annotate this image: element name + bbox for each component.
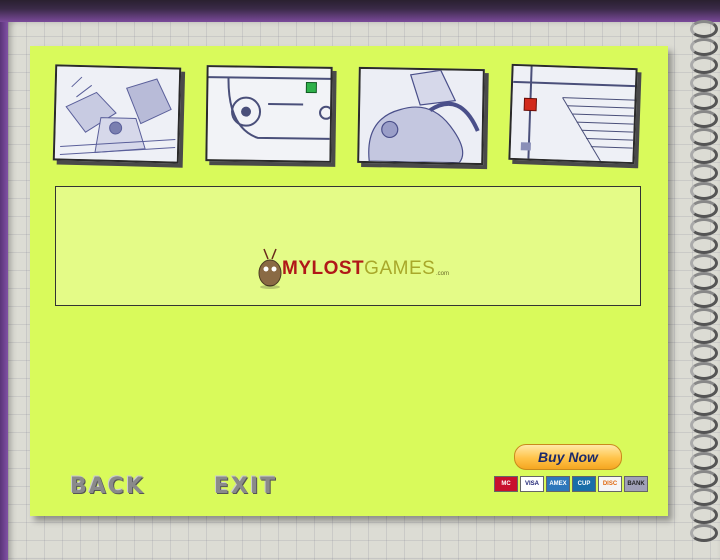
logo-suffix: .com: [436, 271, 450, 277]
screenshot-thumbnail-track[interactable]: [205, 65, 333, 163]
pyramid-sketch-icon: [510, 65, 636, 163]
logo-part-games: GAMES: [364, 258, 436, 279]
screenshot-thumbnail-robot[interactable]: [52, 64, 182, 164]
visa-icon: VISA: [520, 476, 544, 492]
main-panel: MYLOSTGAMES .com BACK EXIT Buy Now MC VI…: [30, 46, 668, 516]
amex-icon: AMEX: [546, 476, 570, 492]
sponsor-banner[interactable]: MYLOSTGAMES .com: [55, 186, 641, 306]
robot-sketch-icon: [54, 66, 180, 162]
logo-part-mylost: MYLOST: [282, 258, 365, 279]
creature-sketch-icon: [359, 68, 483, 164]
screenshot-thumbnail-pyramid[interactable]: [508, 63, 638, 165]
logo-wordmark: MYLOSTGAMES: [282, 258, 435, 280]
exit-button[interactable]: EXIT: [214, 474, 277, 499]
chinapay-icon: CUP: [572, 476, 596, 492]
bug-mascot-icon: [258, 248, 282, 289]
back-button[interactable]: BACK: [70, 474, 145, 499]
screenshot-thumbnail-creature[interactable]: [357, 66, 485, 166]
mylostgames-logo[interactable]: MYLOSTGAMES .com: [256, 247, 449, 291]
payment-cards: MC VISA AMEX CUP DISC BANK: [494, 476, 648, 492]
notebook-cover-top: [0, 0, 720, 22]
buy-now-button[interactable]: Buy Now: [514, 444, 622, 470]
mastercard-icon: MC: [494, 476, 518, 492]
spiral-binding: [690, 20, 720, 560]
track-sketch-icon: [207, 67, 331, 161]
discover-icon: DISC: [598, 476, 622, 492]
bank-icon: BANK: [624, 476, 648, 492]
